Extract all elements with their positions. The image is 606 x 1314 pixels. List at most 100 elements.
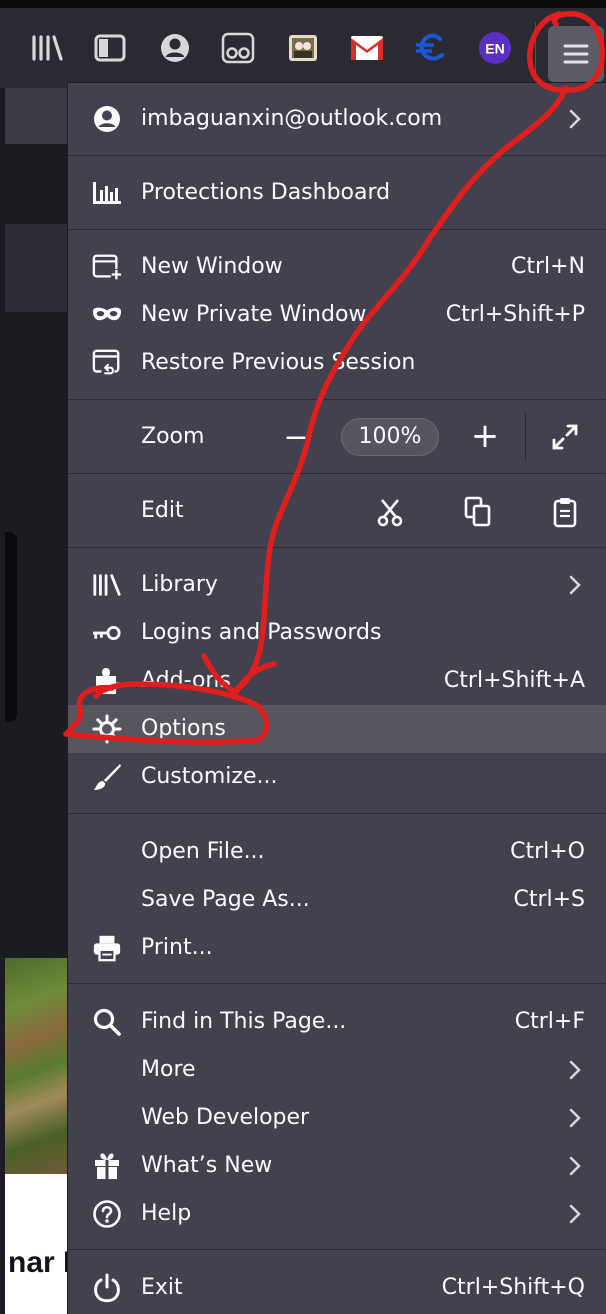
protections-label: Protections Dashboard	[141, 180, 391, 205]
zoom-out-button[interactable]: −	[276, 418, 316, 456]
chevron-right-icon	[569, 1156, 581, 1176]
paste-button[interactable]	[545, 494, 585, 530]
find-label: Find in This Page...	[141, 1009, 347, 1034]
save-page-label: Save Page As...	[141, 887, 310, 912]
language-badge-text: EN	[485, 41, 504, 57]
exit-label: Exit	[141, 1275, 183, 1300]
euro-icon[interactable]	[412, 30, 448, 66]
help-icon	[92, 1200, 122, 1228]
copy-icon	[464, 496, 491, 527]
print-item[interactable]: Print...	[68, 924, 606, 972]
extension-photo-icon[interactable]	[285, 30, 321, 66]
fullscreen-button[interactable]	[546, 418, 584, 456]
new-private-window-shortcut: Ctrl+Shift+P	[445, 302, 585, 327]
help-label: Help	[141, 1201, 192, 1226]
more-item[interactable]: More	[68, 1046, 606, 1094]
language-badge-icon[interactable]: EN	[477, 30, 513, 66]
gift-icon	[92, 1152, 122, 1180]
print-label: Print...	[141, 935, 213, 960]
web-developer-item[interactable]: Web Developer	[68, 1094, 606, 1142]
options-label: Options	[141, 716, 226, 741]
exit-item[interactable]: Exit Ctrl+Shift+Q	[68, 1264, 606, 1312]
open-file-shortcut: Ctrl+O	[510, 839, 585, 864]
sidebar-icon[interactable]	[92, 30, 128, 66]
library-icon[interactable]	[29, 30, 65, 66]
zoom-reset-button[interactable]: 100%	[341, 418, 439, 456]
open-file-label: Open File...	[141, 839, 265, 864]
zoom-label: Zoom	[141, 424, 205, 449]
logins-passwords-item[interactable]: Logins and Passwords	[68, 609, 606, 657]
menu-separator	[68, 473, 606, 474]
printer-icon	[92, 934, 122, 962]
account-email: imbaguanxin@outlook.com	[141, 106, 443, 131]
key-icon	[92, 619, 122, 647]
whats-new-label: What’s New	[141, 1153, 273, 1178]
restore-session-item[interactable]: Restore Previous Session	[68, 339, 606, 387]
gear-icon	[92, 714, 122, 744]
library-item[interactable]: Library	[68, 561, 606, 609]
restore-session-icon	[92, 349, 122, 378]
menu-separator	[68, 1249, 606, 1250]
addons-shortcut: Ctrl+Shift+A	[443, 668, 585, 693]
account-item[interactable]: imbaguanxin@outlook.com	[68, 95, 606, 143]
edit-label: Edit	[141, 498, 184, 523]
new-private-window-label: New Private Window	[141, 302, 367, 327]
customize-label: Customize...	[141, 764, 278, 789]
library-label: Library	[141, 572, 218, 597]
gmail-icon[interactable]	[349, 30, 385, 66]
reader-icon[interactable]	[220, 30, 256, 66]
menu-button[interactable]	[548, 26, 604, 82]
chevron-right-icon	[569, 1204, 581, 1224]
clipboard-icon	[553, 498, 577, 528]
private-mask-icon	[92, 301, 122, 329]
new-window-shortcut: Ctrl+N	[510, 254, 585, 279]
menu-separator	[68, 399, 606, 400]
menu-separator	[68, 813, 606, 814]
zoom-separator	[525, 412, 526, 462]
window-top-strip	[0, 0, 606, 8]
page-dark-card	[5, 532, 17, 722]
game-thumbnail[interactable]	[5, 958, 67, 1174]
whats-new-item[interactable]: What’s New	[68, 1142, 606, 1190]
fullscreen-icon	[552, 424, 578, 450]
chevron-right-icon	[569, 1060, 581, 1080]
menu-separator	[68, 229, 606, 230]
puzzle-icon	[92, 667, 122, 695]
menu-icon	[563, 44, 589, 64]
save-page-item[interactable]: Save Page As... Ctrl+S	[68, 876, 606, 924]
zoom-in-button[interactable]: +	[465, 416, 505, 456]
help-item[interactable]: Help	[68, 1190, 606, 1238]
account-icon	[92, 105, 122, 133]
page-white-area	[5, 1174, 67, 1314]
app-menu-panel: imbaguanxin@outlook.com Protections Dash…	[67, 82, 606, 1314]
new-window-icon	[92, 253, 122, 281]
bar-chart-icon	[92, 179, 122, 207]
customize-item[interactable]: Customize...	[68, 753, 606, 801]
library-icon	[92, 571, 122, 599]
new-window-label: New Window	[141, 254, 283, 279]
exit-shortcut: Ctrl+Shift+Q	[441, 1275, 585, 1300]
edit-row: Edit	[68, 478, 606, 544]
chevron-right-icon	[569, 575, 581, 595]
options-item[interactable]: Options	[68, 705, 606, 753]
new-private-window-item[interactable]: New Private Window Ctrl+Shift+P	[68, 291, 606, 339]
menu-separator	[68, 155, 606, 156]
cut-button[interactable]	[370, 494, 410, 530]
find-in-page-item[interactable]: Find in This Page... Ctrl+F	[68, 998, 606, 1046]
addons-item[interactable]: Add-ons Ctrl+Shift+A	[68, 657, 606, 705]
power-icon	[92, 1273, 122, 1303]
chevron-right-icon	[569, 1108, 581, 1128]
menu-separator	[68, 547, 606, 548]
copy-button[interactable]	[458, 494, 498, 530]
search-icon	[92, 1008, 122, 1036]
browser-toolbar: EN	[0, 8, 606, 88]
addons-label: Add-ons	[141, 668, 231, 693]
find-shortcut: Ctrl+F	[514, 1009, 585, 1034]
open-file-item[interactable]: Open File... Ctrl+O	[68, 828, 606, 876]
new-window-item[interactable]: New Window Ctrl+N	[68, 243, 606, 291]
zoom-row: Zoom − 100% +	[68, 404, 606, 470]
menu-separator	[68, 983, 606, 984]
account-icon[interactable]	[157, 30, 193, 66]
protections-dashboard-item[interactable]: Protections Dashboard	[68, 169, 606, 217]
restore-session-label: Restore Previous Session	[141, 350, 416, 375]
